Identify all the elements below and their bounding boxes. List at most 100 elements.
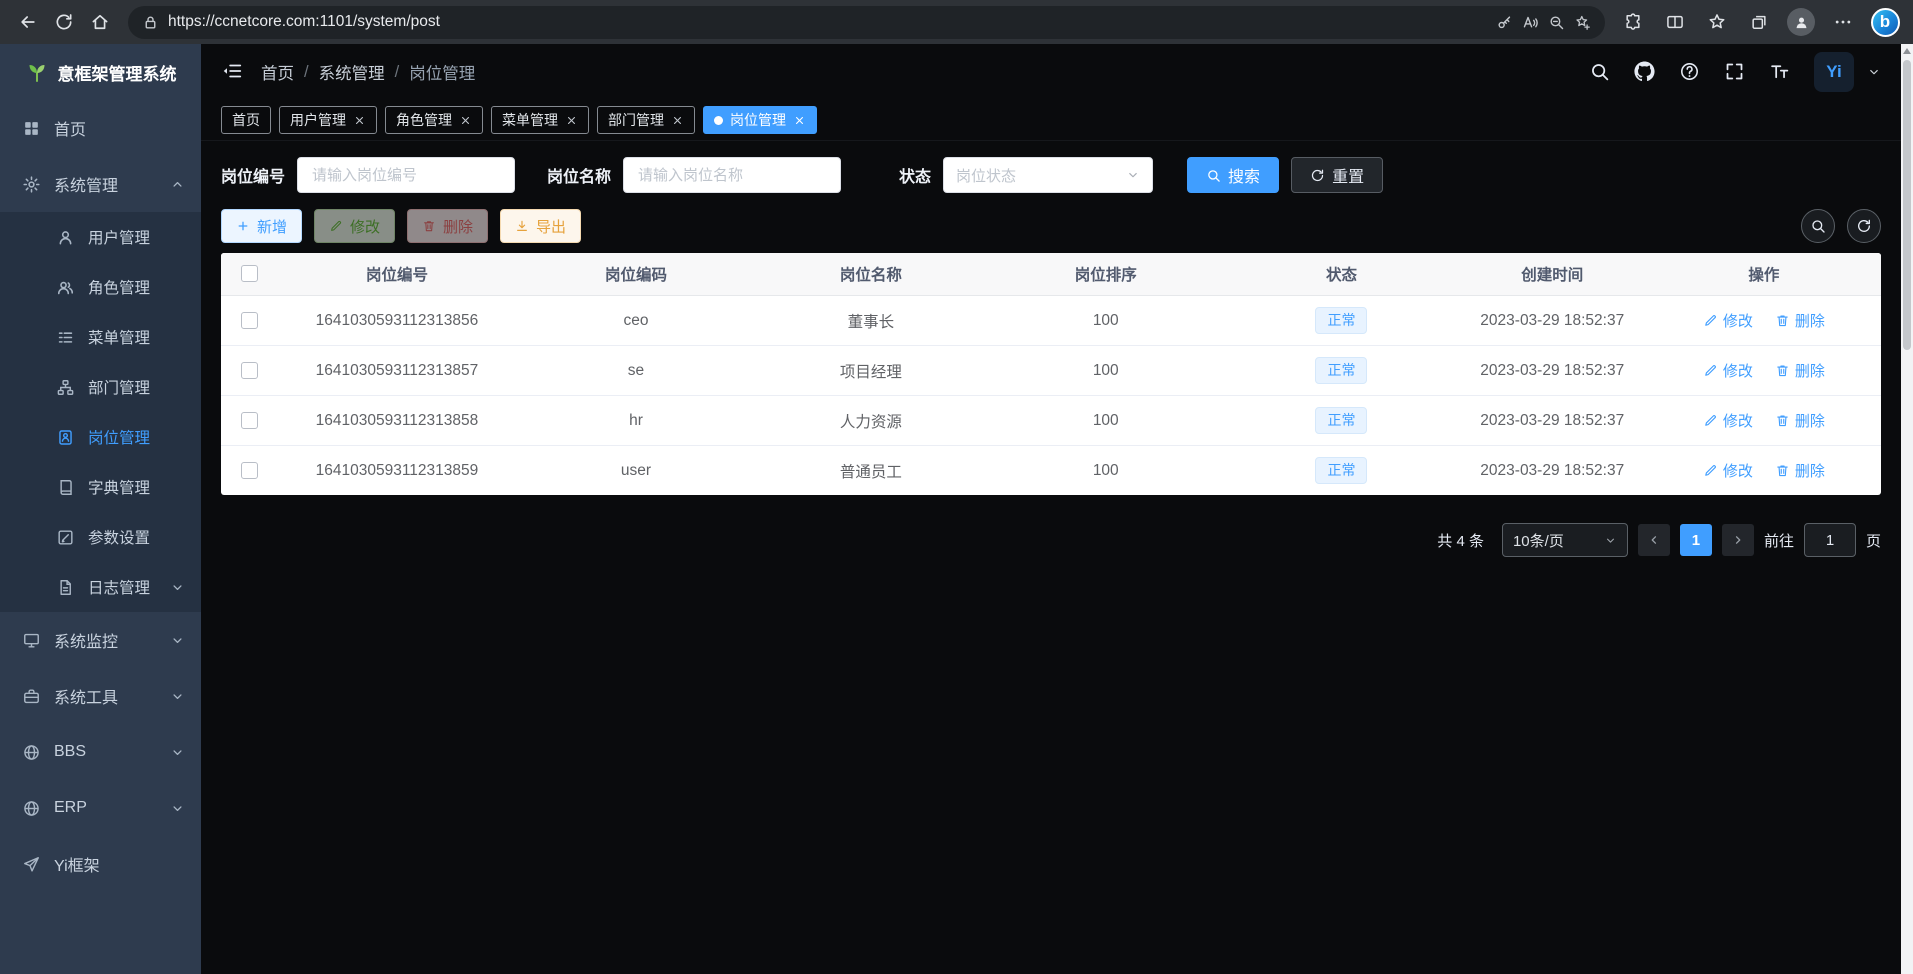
add-button[interactable]: 新增 bbox=[221, 209, 302, 243]
sidebar-item-system-management[interactable]: 系统管理 bbox=[0, 156, 201, 212]
export-button[interactable]: 导出 bbox=[500, 209, 581, 243]
read-aloud-icon[interactable] bbox=[1522, 14, 1539, 31]
post-name-input[interactable] bbox=[636, 166, 828, 185]
select-all-checkbox[interactable] bbox=[241, 265, 258, 282]
sidebar-item-log-management[interactable]: 日志管理 bbox=[0, 562, 201, 612]
sidebar-item-system-tools[interactable]: 系统工具 bbox=[0, 668, 201, 724]
app-header: 首页 / 系统管理 / 岗位管理 Yi bbox=[201, 44, 1901, 100]
sidebar-item-bbs[interactable]: BBS bbox=[0, 724, 201, 780]
split-screen-button[interactable] bbox=[1657, 5, 1693, 39]
close-icon[interactable] bbox=[565, 114, 578, 127]
zoom-out-icon[interactable] bbox=[1548, 14, 1565, 31]
collections-button[interactable] bbox=[1741, 5, 1777, 39]
sidebar-item-system-monitor[interactable]: 系统监控 bbox=[0, 612, 201, 668]
page-size-value: 10条/页 bbox=[1513, 530, 1564, 551]
reset-button[interactable]: 重置 bbox=[1291, 157, 1383, 193]
tab-menu-management[interactable]: 菜单管理 bbox=[491, 106, 589, 134]
tab-label: 用户管理 bbox=[290, 110, 346, 130]
refresh-table-button[interactable] bbox=[1847, 209, 1881, 243]
next-page-button[interactable] bbox=[1722, 524, 1754, 556]
fullscreen-icon bbox=[1724, 61, 1745, 82]
url-text[interactable]: https://ccnetcore.com:1101/system/post bbox=[168, 13, 1487, 31]
site-info-lock-icon[interactable] bbox=[142, 14, 159, 31]
tab-user-management[interactable]: 用户管理 bbox=[279, 106, 377, 134]
row-edit-link[interactable]: 修改 bbox=[1703, 460, 1753, 481]
logo-text: 意框架管理系统 bbox=[58, 60, 177, 85]
tab-home[interactable]: 首页 bbox=[221, 106, 271, 134]
pagination-total: 共 4 条 bbox=[1437, 530, 1484, 551]
header-search-button[interactable] bbox=[1589, 61, 1611, 83]
sidebar-item-yi-framework[interactable]: Yi框架 bbox=[0, 836, 201, 892]
show-search-toggle-button[interactable] bbox=[1801, 209, 1835, 243]
row-edit-link[interactable]: 修改 bbox=[1703, 310, 1753, 331]
font-size-button[interactable] bbox=[1769, 61, 1791, 83]
row-checkbox-cell bbox=[221, 462, 277, 480]
close-icon[interactable] bbox=[671, 114, 684, 127]
user-avatar[interactable]: Yi bbox=[1814, 52, 1854, 92]
github-link[interactable] bbox=[1634, 61, 1656, 83]
bing-copilot-button[interactable]: b bbox=[1867, 5, 1903, 39]
sidebar-item-erp[interactable]: ERP bbox=[0, 780, 201, 836]
back-icon bbox=[18, 12, 38, 32]
avatar-caret-icon[interactable] bbox=[1867, 65, 1881, 79]
page-number-button[interactable]: 1 bbox=[1680, 524, 1712, 556]
fullscreen-button[interactable] bbox=[1724, 61, 1746, 83]
scrollbar-thumb[interactable] bbox=[1903, 60, 1911, 350]
prev-page-button[interactable] bbox=[1638, 524, 1670, 556]
help-button[interactable] bbox=[1679, 61, 1701, 83]
filter-post-code: 岗位编号 bbox=[221, 157, 515, 193]
post-name-input-wrap bbox=[623, 157, 841, 193]
tab-post-management[interactable]: 岗位管理 bbox=[703, 106, 817, 134]
table-header-row: 岗位编号 岗位编码 岗位名称 岗位排序 状态 创建时间 操作 bbox=[221, 253, 1881, 296]
row-edit-link[interactable]: 修改 bbox=[1703, 410, 1753, 431]
close-icon[interactable] bbox=[353, 114, 366, 127]
address-bar[interactable]: https://ccnetcore.com:1101/system/post bbox=[128, 6, 1605, 39]
page-size-select[interactable]: 10条/页 bbox=[1502, 523, 1628, 557]
trash-icon bbox=[1775, 413, 1790, 428]
password-key-icon[interactable] bbox=[1496, 14, 1513, 31]
row-delete-link[interactable]: 删除 bbox=[1775, 310, 1825, 331]
breadcrumb-system[interactable]: 系统管理 bbox=[319, 60, 385, 84]
tab-dept-management[interactable]: 部门管理 bbox=[597, 106, 695, 134]
scrollbar-up-arrow[interactable] bbox=[1903, 48, 1911, 54]
row-delete-link[interactable]: 删除 bbox=[1775, 360, 1825, 381]
sidebar-item-role-management[interactable]: 角色管理 bbox=[0, 262, 201, 312]
home-button[interactable] bbox=[82, 5, 118, 39]
sidebar-item-user-management[interactable]: 用户管理 bbox=[0, 212, 201, 262]
favorites-button[interactable] bbox=[1699, 5, 1735, 39]
browser-profile-button[interactable] bbox=[1783, 5, 1819, 39]
row-checkbox[interactable] bbox=[241, 462, 258, 479]
back-button[interactable] bbox=[10, 5, 46, 39]
row-checkbox[interactable] bbox=[241, 312, 258, 329]
tab-label: 首页 bbox=[232, 110, 260, 130]
row-edit-link[interactable]: 修改 bbox=[1703, 360, 1753, 381]
row-delete-link[interactable]: 删除 bbox=[1775, 410, 1825, 431]
row-checkbox[interactable] bbox=[241, 362, 258, 379]
page-scrollbar[interactable] bbox=[1901, 44, 1913, 974]
sidebar-item-dict-management[interactable]: 字典管理 bbox=[0, 462, 201, 512]
sidebar-item-home[interactable]: 首页 bbox=[0, 100, 201, 156]
tab-role-management[interactable]: 角色管理 bbox=[385, 106, 483, 134]
sidebar-item-menu-management[interactable]: 菜单管理 bbox=[0, 312, 201, 362]
row-checkbox[interactable] bbox=[241, 412, 258, 429]
refresh-button[interactable] bbox=[46, 5, 82, 39]
close-icon[interactable] bbox=[459, 114, 472, 127]
delete-link-label: 删除 bbox=[1795, 460, 1825, 481]
close-icon[interactable] bbox=[793, 114, 806, 127]
search-button[interactable]: 搜索 bbox=[1187, 157, 1279, 193]
sidebar-item-label: 菜单管理 bbox=[88, 326, 150, 348]
sidebar-item-param-settings[interactable]: 参数设置 bbox=[0, 512, 201, 562]
add-favorite-icon[interactable] bbox=[1574, 14, 1591, 31]
plus-icon bbox=[236, 219, 250, 233]
row-delete-link[interactable]: 删除 bbox=[1775, 460, 1825, 481]
sidebar-item-dept-management[interactable]: 部门管理 bbox=[0, 362, 201, 412]
sidebar-item-post-management[interactable]: 岗位管理 bbox=[0, 412, 201, 462]
browser-menu-button[interactable] bbox=[1825, 5, 1861, 39]
sidebar-item-label: 日志管理 bbox=[88, 576, 150, 598]
status-select[interactable]: 岗位状态 bbox=[943, 157, 1153, 193]
breadcrumb-home[interactable]: 首页 bbox=[261, 60, 294, 84]
post-code-input[interactable] bbox=[310, 166, 502, 185]
sidebar-toggle-button[interactable] bbox=[221, 60, 245, 84]
goto-page-input[interactable] bbox=[1804, 523, 1856, 557]
extensions-button[interactable] bbox=[1615, 5, 1651, 39]
